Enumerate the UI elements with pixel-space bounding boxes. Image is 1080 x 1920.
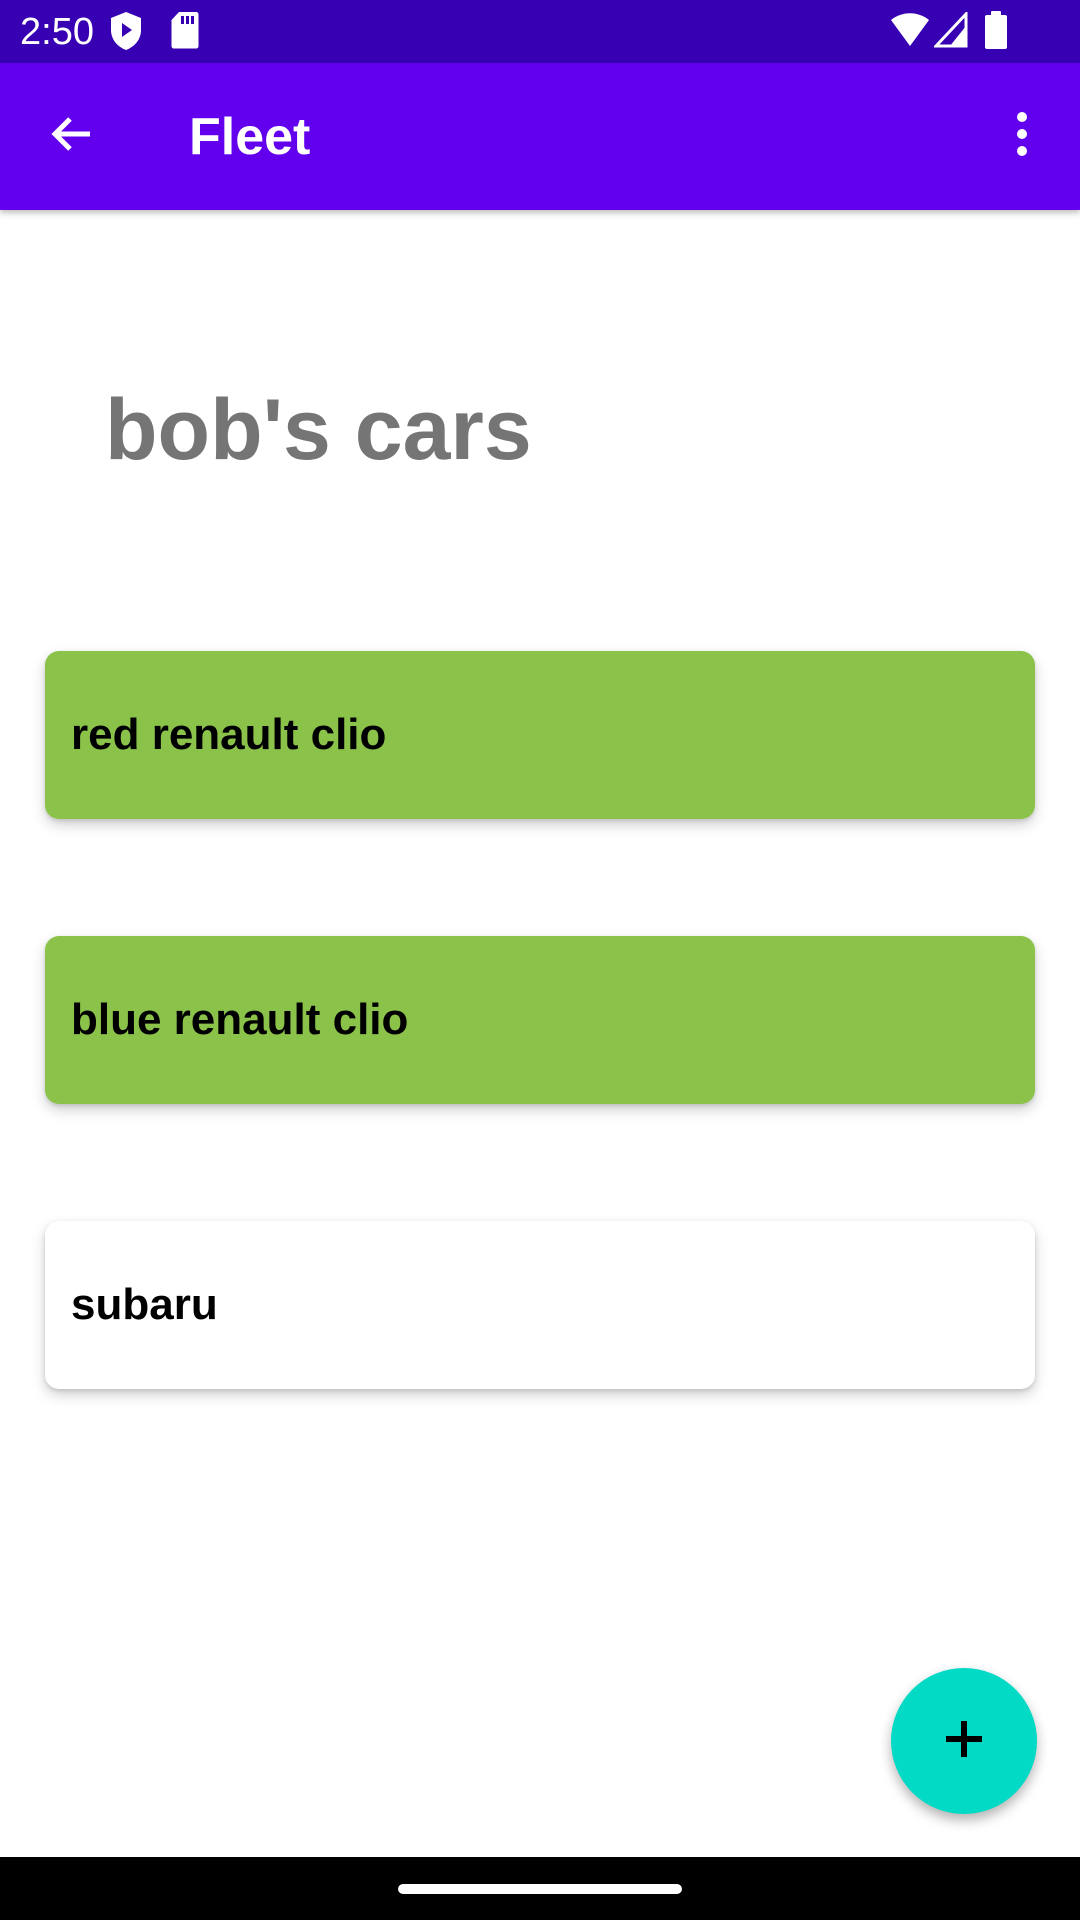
status-time: 2:50	[20, 11, 94, 53]
play-protect-icon	[108, 10, 144, 57]
status-bar: 2:50	[0, 0, 1080, 63]
home-indicator[interactable]	[398, 1884, 682, 1894]
fleet-name-heading: bob's cars	[105, 382, 532, 478]
signal-icon	[932, 10, 968, 53]
sd-card-icon	[170, 10, 200, 55]
navigation-bar	[0, 1857, 1080, 1920]
car-label: subaru	[71, 1280, 218, 1329]
app-title: Fleet	[189, 108, 311, 166]
more-options-button[interactable]	[990, 101, 1054, 171]
wifi-icon	[890, 12, 930, 53]
app-bar: Fleet	[0, 63, 1080, 210]
add-car-button[interactable]	[891, 1668, 1037, 1814]
back-button[interactable]	[36, 101, 106, 171]
car-card-subaru[interactable]: subaru	[45, 1221, 1035, 1389]
car-card-red-renault-clio[interactable]: red renault clio	[45, 651, 1035, 819]
car-label: blue renault clio	[71, 995, 409, 1044]
car-label: red renault clio	[71, 710, 387, 759]
car-card-blue-renault-clio[interactable]: blue renault clio	[45, 936, 1035, 1104]
screen: 2:50 Fleet bob's cars red renault clio b…	[0, 0, 1080, 1920]
battery-icon	[984, 11, 1008, 54]
arrow-back-icon	[48, 111, 94, 162]
more-vert-icon	[1015, 111, 1029, 162]
add-icon	[944, 1719, 984, 1764]
